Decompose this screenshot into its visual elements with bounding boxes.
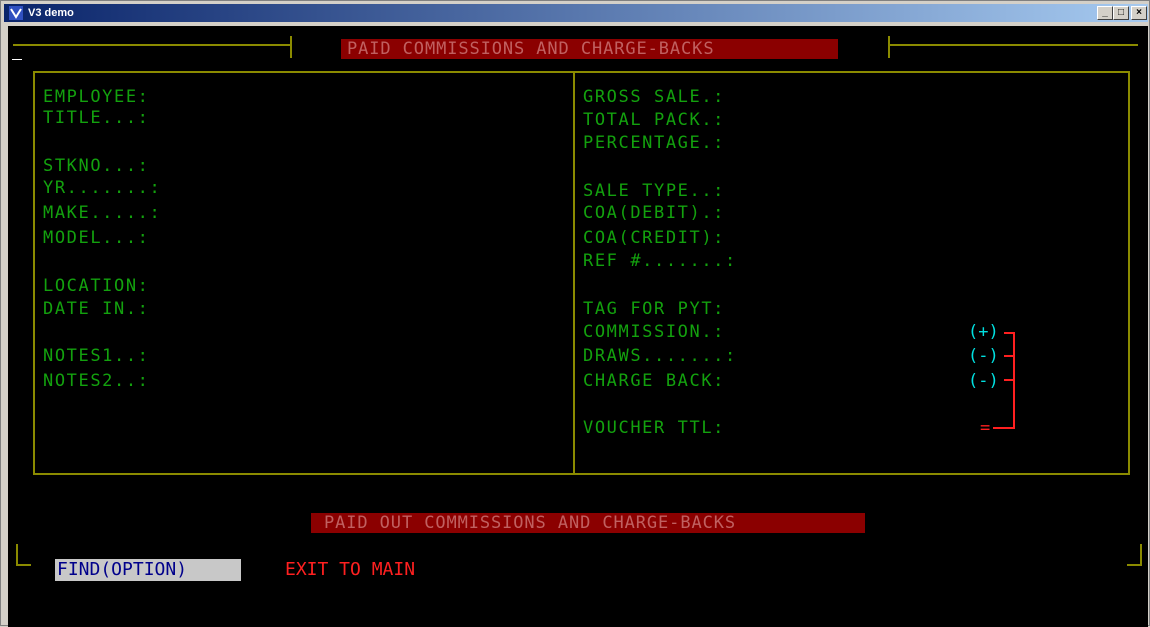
panel-divider xyxy=(573,71,575,475)
tag-for-pyt-label: TAG FOR PYT: xyxy=(583,299,726,319)
notes2-label: NOTES2..: xyxy=(43,371,150,391)
minimize-button[interactable]: _ xyxy=(1097,6,1113,20)
voucher-total-label: VOUCHER TTL: xyxy=(583,418,726,438)
maximize-button[interactable]: □ xyxy=(1113,6,1129,20)
coa-credit-label: COA(CREDIT): xyxy=(583,228,726,248)
top-border-right xyxy=(888,44,1138,46)
top-border-tick-left xyxy=(290,36,292,58)
footer-banner: PAID OUT COMMISSIONS AND CHARGE-BACKS xyxy=(311,513,865,533)
terminal-screen[interactable]: PAID COMMISSIONS AND CHARGE-BACKS EMPLOY… xyxy=(8,26,1148,627)
title-bar[interactable]: V3 demo _ □ × xyxy=(4,4,1148,22)
commission-label: COMMISSION.: xyxy=(583,322,726,342)
main-box-top xyxy=(33,71,1130,73)
date-in-label: DATE IN.: xyxy=(43,299,150,319)
model-label: MODEL...: xyxy=(43,228,150,248)
stkno-label: STKNO...: xyxy=(43,156,150,176)
find-option-button[interactable]: FIND(OPTION) xyxy=(55,559,241,581)
make-label: MAKE.....: xyxy=(43,203,162,223)
bracket-bottom xyxy=(993,427,1015,429)
main-box-bottom xyxy=(33,473,1130,475)
draws-label: DRAWS.......: xyxy=(583,346,737,366)
bottom-border-tick-right xyxy=(1140,544,1142,566)
close-button[interactable]: × xyxy=(1131,6,1147,20)
window-title: V3 demo xyxy=(28,7,74,19)
coa-debit-label: COA(DEBIT).: xyxy=(583,203,726,223)
app-window: V3 demo _ □ × PAID COMMISSIONS AND CHARG… xyxy=(0,0,1150,627)
exit-to-main-button[interactable]: EXIT TO MAIN xyxy=(285,559,415,581)
bracket-vertical xyxy=(1013,332,1015,429)
text-cursor xyxy=(12,59,22,60)
bottom-border-tick-left xyxy=(16,544,18,566)
location-label: LOCATION: xyxy=(43,276,150,296)
notes1-label: NOTES1..: xyxy=(43,346,150,366)
total-pack-label: TOTAL PACK.: xyxy=(583,110,726,130)
commission-sign: (+) xyxy=(968,322,999,342)
maximize-icon: □ xyxy=(1117,7,1125,18)
main-box-left xyxy=(33,71,35,475)
draws-sign: (-) xyxy=(968,346,999,366)
title-label: TITLE...: xyxy=(43,108,150,128)
app-icon xyxy=(9,6,23,20)
year-label: YR.......: xyxy=(43,178,162,198)
top-border-tick-right xyxy=(888,36,890,58)
bottom-border-right xyxy=(1127,564,1142,566)
charge-back-label: CHARGE BACK: xyxy=(583,371,726,391)
main-box-right xyxy=(1128,71,1130,475)
percentage-label: PERCENTAGE.: xyxy=(583,133,726,153)
top-border-left xyxy=(13,44,292,46)
employee-label: EMPLOYEE: xyxy=(43,87,150,107)
charge-back-sign: (-) xyxy=(968,371,999,391)
close-icon: × xyxy=(1136,7,1142,18)
bottom-border-left xyxy=(16,564,31,566)
gross-sale-label: GROSS SALE.: xyxy=(583,87,726,107)
header-banner: PAID COMMISSIONS AND CHARGE-BACKS xyxy=(341,39,838,59)
ref-number-label: REF #.......: xyxy=(583,251,737,271)
voucher-total-sign: = xyxy=(980,418,991,438)
minimize-icon: _ xyxy=(1102,7,1108,18)
sale-type-label: SALE TYPE..: xyxy=(583,181,726,201)
